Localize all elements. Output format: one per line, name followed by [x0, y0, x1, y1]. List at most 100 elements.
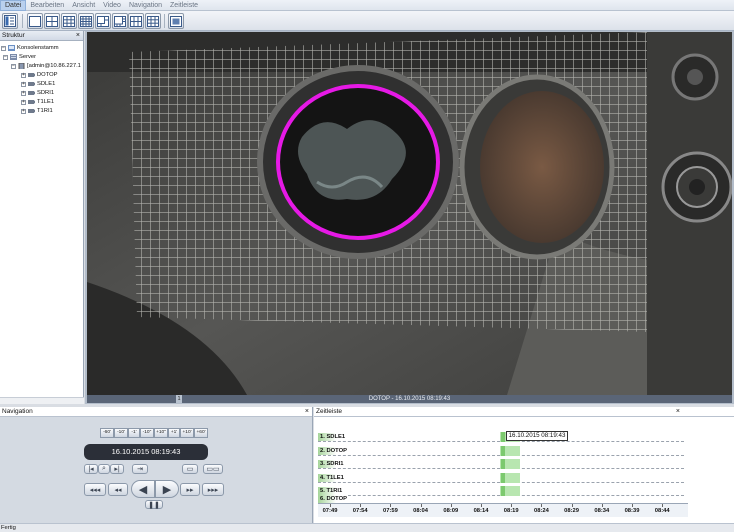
menu-zeitleiste[interactable]: Zeitleiste: [166, 0, 202, 11]
next-frame-button[interactable]: ▸|: [110, 464, 124, 474]
timeline-tick-mark: [662, 504, 664, 507]
timeline-track[interactable]: 5. T1RI1: [318, 486, 684, 496]
timeline-axis[interactable]: 07:49 07:54 07:59 08:04 08:09 08:14 08:19 08:24…: [318, 503, 688, 517]
menu-video[interactable]: Video: [99, 0, 125, 11]
timeline-track-label: 5. T1RI1: [318, 487, 348, 495]
time-cursor[interactable]: [501, 446, 505, 456]
timeline-track[interactable]: 2. DOTOP: [318, 446, 684, 456]
jump-back-60min-button[interactable]: -60': [100, 428, 114, 438]
jump-forward-10min-button[interactable]: +10': [180, 428, 194, 438]
tree-item-connection[interactable]: − [admin@10.86.227.1: [11, 62, 81, 70]
layout-single-icon: [29, 15, 41, 27]
navigation-panel-title: Navigation: [2, 408, 33, 415]
layout-3x3-button[interactable]: [61, 13, 77, 29]
video-slot-number[interactable]: 1: [176, 395, 182, 403]
jump-forward-10sec-button[interactable]: +10": [154, 428, 168, 438]
timeline-track[interactable]: 3. SDRI1: [318, 459, 684, 469]
timeline-track[interactable]: 4. T1LE1: [318, 473, 684, 483]
layout-4x4-button[interactable]: [78, 13, 94, 29]
status-bar: Fertig: [0, 523, 734, 532]
timeline-tick-label: 08:24: [533, 508, 549, 514]
layout-2x2-button[interactable]: [44, 13, 60, 29]
export-button[interactable]: ⇥: [132, 464, 148, 474]
timeline-tick-label: 08:39: [624, 508, 640, 514]
collapse-icon[interactable]: −: [11, 63, 16, 69]
time-cursor[interactable]: [501, 473, 505, 483]
expand-icon[interactable]: +: [21, 90, 26, 96]
expand-icon[interactable]: +: [21, 99, 26, 105]
tree-item-label: [admin@10.86.227.1: [27, 63, 81, 69]
collapse-icon[interactable]: −: [3, 54, 8, 60]
fast-forward-icon: ▸▸: [186, 486, 194, 494]
fast-rewind-icon: ◂◂◂: [89, 486, 101, 494]
play-reverse-button[interactable]: ◀: [131, 480, 155, 498]
previous-frame-icon: |◂: [88, 466, 94, 473]
jump-forward-60min-button[interactable]: +60': [194, 428, 208, 438]
previous-frame-button[interactable]: |◂: [84, 464, 98, 474]
layout-1plus5-button[interactable]: [95, 13, 111, 29]
play-button[interactable]: ▶: [155, 480, 179, 498]
timeline-tick-label: 07:49: [322, 508, 338, 514]
menu-bearbeiten[interactable]: Bearbeiten: [26, 0, 68, 11]
timeline-tick-label: 08:14: [473, 508, 489, 514]
tree-item-server[interactable]: − Server: [3, 53, 36, 61]
timeline-panel-close-button[interactable]: ×: [676, 407, 680, 417]
timeline-tick-label: 07:54: [352, 508, 368, 514]
layout-grid-icon: [147, 15, 159, 27]
tree-item-root[interactable]: − Konsolenstamm: [1, 44, 59, 52]
layout-grid-button[interactable]: [145, 13, 161, 29]
faster-forward-button[interactable]: ▸▸▸: [202, 483, 224, 496]
fast-forward-button[interactable]: ▸▸: [180, 483, 200, 496]
jump-back-10sec-button[interactable]: -10": [140, 428, 154, 438]
search-button[interactable]: ▭▭: [203, 464, 223, 474]
tree-item-camera[interactable]: + T1LE1: [21, 98, 54, 106]
layout-1plus7-button[interactable]: [112, 13, 128, 29]
menu-ansicht[interactable]: Ansicht: [68, 0, 99, 11]
menu-bar: Datei Bearbeiten Ansicht Video Navigatio…: [0, 0, 734, 11]
fullscreen-button[interactable]: [168, 13, 184, 29]
expand-icon[interactable]: +: [21, 81, 26, 87]
structure-toggle-button[interactable]: [2, 13, 18, 29]
tree-item-camera[interactable]: + SDRI1: [21, 89, 54, 97]
snapshot-button[interactable]: ▭: [182, 464, 198, 474]
jump-forward-1min-button[interactable]: +1': [168, 428, 180, 438]
timeline-track-label: 4. T1LE1: [318, 474, 348, 482]
navigation-panel-close-button[interactable]: ×: [305, 407, 309, 417]
pause-button[interactable]: ❚❚: [145, 500, 163, 509]
recorder-icon: [18, 63, 25, 69]
structure-panel-title: Struktur: [2, 32, 25, 39]
rewind-button[interactable]: ◂◂: [108, 483, 128, 496]
layout-2x3-button[interactable]: [128, 13, 144, 29]
structure-panel: Struktur × − Konsolenstamm − Server − [a…: [0, 31, 84, 404]
timeline-track-label: 6. DOTOP: [318, 495, 348, 503]
timeline-panel: Zeitleiste × 1. SDLE1 2. DOTOP 3. SDRI1 …: [314, 407, 734, 523]
timeline-track[interactable]: 1. SDLE1: [318, 432, 684, 442]
collapse-icon[interactable]: −: [1, 45, 6, 51]
timeline-tick-label: 08:34: [594, 508, 610, 514]
jump-back-10min-button[interactable]: -10': [114, 428, 128, 438]
layout-six-icon: [130, 15, 142, 27]
tree-item-camera[interactable]: + DOTOP: [21, 71, 58, 79]
time-cursor[interactable]: [501, 486, 505, 496]
timeline-tick-label: 08:29: [564, 508, 580, 514]
layout-1x1-button[interactable]: [27, 13, 43, 29]
menu-navigation[interactable]: Navigation: [125, 0, 166, 11]
expand-icon[interactable]: +: [21, 108, 26, 114]
structure-horizontal-scrollbar[interactable]: [0, 397, 84, 404]
play-icon: ▶: [162, 483, 172, 496]
camera-video-feed[interactable]: [87, 32, 732, 395]
structure-panel-close-button[interactable]: ×: [76, 31, 80, 41]
time-cursor[interactable]: [501, 459, 505, 469]
timeline-track-label: 2. DOTOP: [318, 447, 348, 455]
tree-item-camera[interactable]: + SDLE1: [21, 80, 55, 88]
time-cursor[interactable]: [501, 432, 505, 442]
jump-back-1min-button[interactable]: -1': [128, 428, 140, 438]
fast-rewind-button[interactable]: ◂◂◂: [84, 483, 106, 496]
console-icon: [8, 45, 15, 51]
menu-datei[interactable]: Datei: [0, 0, 27, 11]
expand-icon[interactable]: +: [21, 72, 26, 78]
timeline-tick-mark: [571, 504, 573, 507]
tree-item-camera[interactable]: + T1RI1: [21, 107, 53, 115]
zoom-button[interactable]: ⌕: [98, 464, 110, 474]
tree-item-label: Konsolenstamm: [17, 45, 59, 51]
